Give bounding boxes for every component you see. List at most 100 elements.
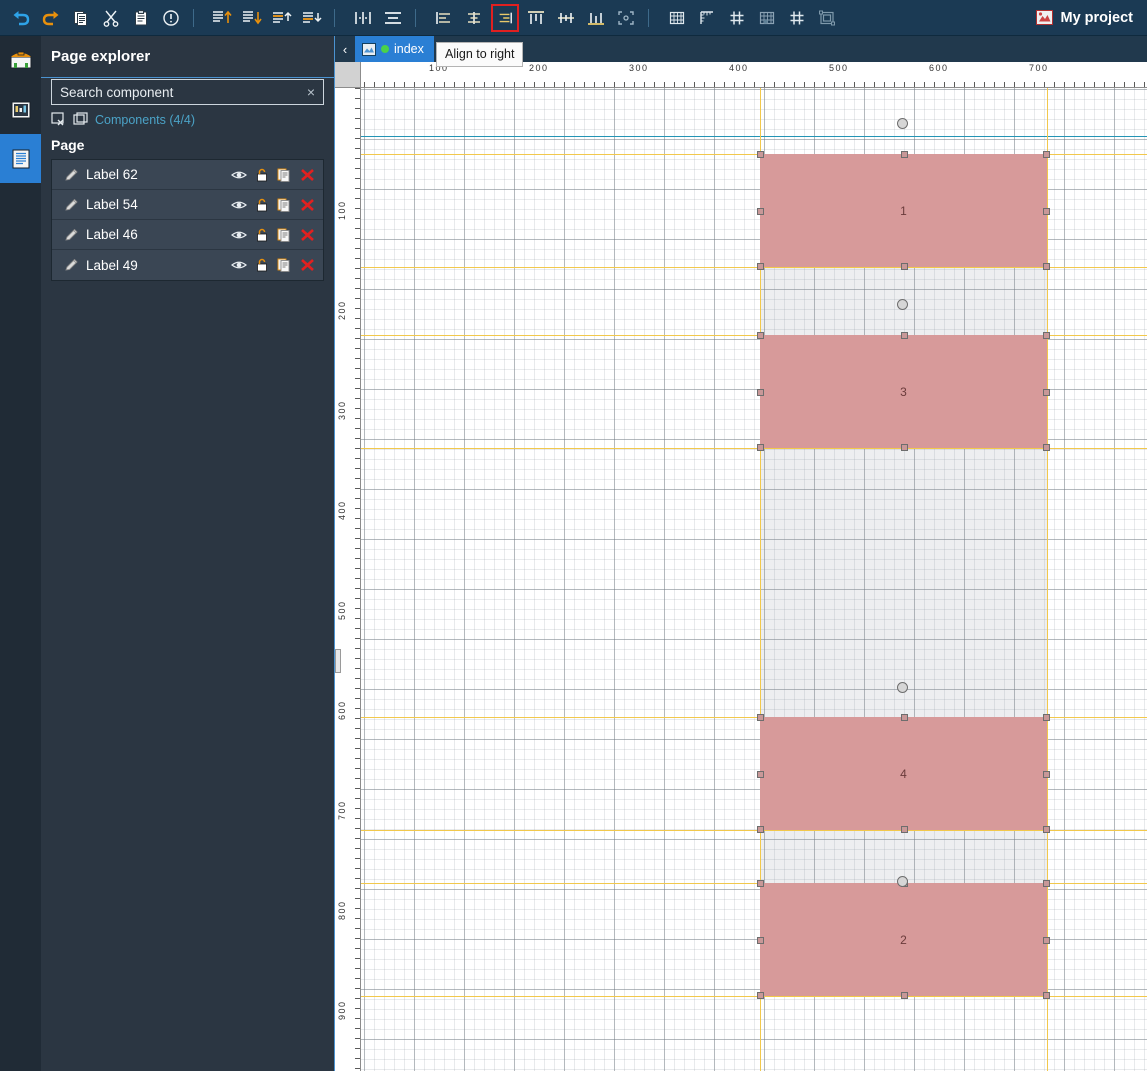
distribute-vertical-icon[interactable] [380,4,406,32]
teal-guide[interactable] [361,136,1147,137]
eye-icon[interactable] [231,199,247,211]
cut-icon[interactable] [98,4,124,32]
copy-icon[interactable] [68,4,94,32]
list-item[interactable]: Label 46 [52,220,323,250]
select-bounds-icon[interactable] [814,4,840,32]
resize-handle[interactable] [757,770,764,778]
canvas-component[interactable]: 2 [760,883,1047,996]
duplicate-icon[interactable] [277,258,291,272]
delete-icon[interactable] [300,228,315,242]
vertical-scroll-handle[interactable] [335,649,341,673]
resize-handle[interactable] [757,936,764,944]
horizontal-guide[interactable] [361,830,1147,831]
resize-handle[interactable] [757,444,764,451]
grid-settings-icon[interactable] [754,4,780,32]
move-up-icon[interactable] [269,4,295,32]
anchor-handle[interactable] [897,118,908,129]
resize-handle[interactable] [1043,263,1050,270]
resize-handle[interactable] [1043,826,1050,833]
resize-handle[interactable] [900,992,908,999]
resize-handle[interactable] [1043,332,1050,339]
resize-handle[interactable] [757,151,764,158]
resize-handle[interactable] [1043,388,1050,396]
resize-handle[interactable] [757,826,764,833]
align-right-icon[interactable] [491,3,519,32]
tab-index[interactable]: index [355,36,434,62]
list-item[interactable]: Label 54 [52,190,323,220]
clear-search-icon[interactable]: × [301,84,315,100]
horizontal-guide[interactable] [361,448,1147,449]
delete-icon[interactable] [300,198,315,212]
horizontal-guide[interactable] [361,996,1147,997]
align-middle-icon[interactable] [553,4,579,32]
canvas-component[interactable]: 3 [760,335,1047,448]
horizontal-guide[interactable] [361,267,1147,268]
anchor-handle[interactable] [897,682,908,693]
tab-scroll-left-icon[interactable]: ‹ [335,36,355,62]
lock-icon[interactable] [256,168,268,182]
project-button[interactable]: My project [1036,10,1133,26]
resize-handle[interactable] [900,332,908,339]
resize-handle[interactable] [900,263,908,270]
resize-handle[interactable] [757,263,764,270]
redo-icon[interactable] [38,4,64,32]
vertical-guide[interactable] [1047,88,1048,1071]
resize-handle[interactable] [757,332,764,339]
duplicate-icon[interactable] [277,168,291,182]
resize-handle[interactable] [757,714,764,721]
align-bottom-edge-icon[interactable] [583,4,609,32]
resize-handle[interactable] [1043,714,1050,721]
design-canvas[interactable]: 1 3 4 2 [361,88,1147,1071]
delete-icon[interactable] [300,168,315,182]
resize-handle[interactable] [1043,770,1050,778]
lock-icon[interactable] [256,258,268,272]
align-top-edge-icon[interactable] [523,4,549,32]
resize-handle[interactable] [757,880,764,887]
align-top-icon[interactable] [209,4,235,32]
canvas-component[interactable]: 4 [760,717,1047,830]
list-item[interactable]: Label 49 [52,250,323,280]
paste-icon[interactable] [128,4,154,32]
resize-handle[interactable] [900,826,908,833]
grid-icon[interactable] [664,4,690,32]
fit-selection-icon[interactable] [613,4,639,32]
canvas-component[interactable]: 1 [760,154,1047,267]
resize-handle[interactable] [900,714,908,721]
resize-handle[interactable] [1043,151,1050,158]
anchor-handle[interactable] [897,299,908,310]
move-down-icon[interactable] [299,4,325,32]
align-center-icon[interactable] [461,4,487,32]
distribute-horizontal-icon[interactable] [350,4,376,32]
magnet-grid-icon[interactable] [784,4,810,32]
duplicate-icon[interactable] [277,198,291,212]
select-all-icon[interactable] [73,112,89,127]
deselect-all-icon[interactable] [51,112,67,127]
resize-handle[interactable] [1043,992,1050,999]
list-item[interactable]: Label 62 [52,160,323,190]
eye-icon[interactable] [231,229,247,241]
resize-handle[interactable] [1043,207,1050,215]
resize-handle[interactable] [757,992,764,999]
resize-handle[interactable] [757,388,764,396]
lock-icon[interactable] [256,198,268,212]
align-bottom-icon[interactable] [239,4,265,32]
rail-item-page-explorer[interactable] [0,134,41,183]
resize-handle[interactable] [900,151,908,158]
anchor-handle[interactable] [897,876,908,887]
resize-handle[interactable] [900,444,908,451]
eye-icon[interactable] [231,259,247,271]
ruler-icon[interactable] [694,4,720,32]
delete-icon[interactable] [300,258,315,272]
resize-handle[interactable] [1043,936,1050,944]
undo-icon[interactable] [8,4,34,32]
rail-item-toolbox[interactable] [0,36,41,85]
resize-handle[interactable] [1043,880,1050,887]
resize-handle[interactable] [1043,444,1050,451]
lock-icon[interactable] [256,228,268,242]
rail-item-components[interactable] [0,85,41,134]
search-component-row[interactable]: × [51,79,324,105]
info-icon[interactable] [158,4,184,32]
align-left-icon[interactable] [431,4,457,32]
duplicate-icon[interactable] [277,228,291,242]
vertical-ruler[interactable]: 100 200 300 400 500 600 700 800 900 [335,88,361,1071]
